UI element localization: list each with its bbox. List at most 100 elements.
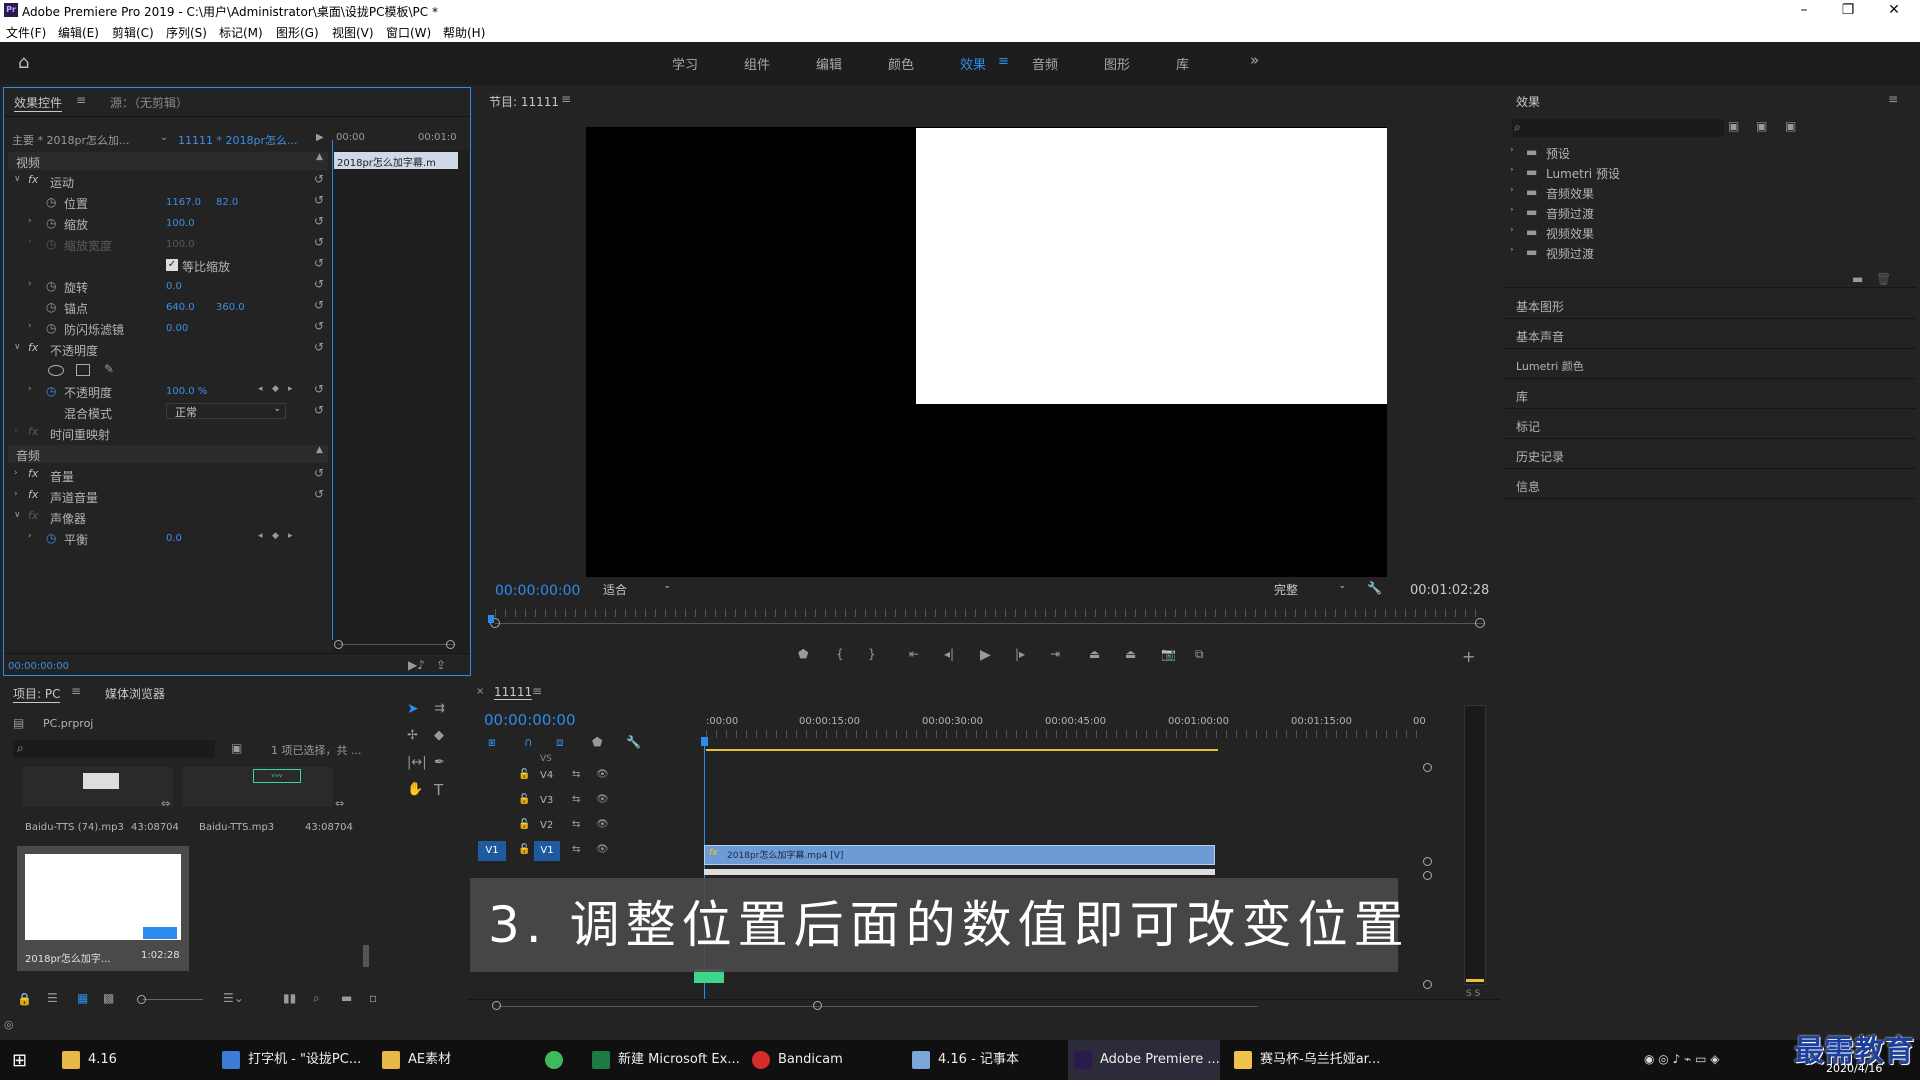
eye-icon[interactable]: 👁 <box>596 769 609 780</box>
playhead-handle[interactable] <box>701 737 708 746</box>
menu-sequence[interactable]: 序列(S) <box>166 24 207 41</box>
fx-icon[interactable]: fx <box>28 488 38 501</box>
export-icon[interactable]: ⇪ <box>436 658 446 672</box>
scrollbar-thumb[interactable] <box>363 945 369 967</box>
play-icon[interactable]: ▶ <box>980 647 991 663</box>
slip-icon[interactable]: |↔| <box>407 755 427 770</box>
flicker-value[interactable]: 0.00 <box>166 323 188 334</box>
stopwatch-icon[interactable]: ◷ <box>46 216 56 230</box>
sequence-clip-label[interactable]: 11111 * 2018pr怎么... <box>178 132 297 148</box>
wrench-icon[interactable]: 🔧 <box>1367 581 1382 595</box>
tree-item-video-transitions[interactable]: › ▬ 视频过渡 <box>1510 245 1710 265</box>
timeline-ruler[interactable] <box>706 730 1426 738</box>
menu-file[interactable]: 文件(F) <box>6 24 46 41</box>
tree-item-video-effects[interactable]: › ▬ 视频效果 <box>1510 225 1710 245</box>
stopwatch-active-icon[interactable]: ◷ <box>46 384 56 398</box>
reset-icon[interactable]: ↺ <box>314 403 324 417</box>
expand-chevron-icon[interactable]: › <box>28 321 32 331</box>
opacity-value[interactable]: 100.0 % <box>166 386 207 397</box>
tree-item-presets[interactable]: › ▬ 预设 <box>1510 145 1710 165</box>
panel-menu-icon[interactable]: ≡ <box>532 684 542 698</box>
quality-select[interactable]: 完整 ⌄ <box>1270 581 1350 599</box>
lock-icon[interactable]: 🔓 <box>518 819 530 830</box>
ec-timecode[interactable]: 00:00:00:00 <box>8 661 69 672</box>
ellipse-mask-icon[interactable] <box>48 365 64 376</box>
yuv-effects-icon[interactable]: ▣ <box>1785 119 1796 133</box>
taskbar-item-excel[interactable]: 新建 Microsoft Ex... <box>592 1040 740 1080</box>
tab-project[interactable]: 项目: PC <box>13 685 61 703</box>
ec-playhead[interactable] <box>332 140 333 640</box>
uniform-scale-checkbox[interactable]: ✓ <box>166 259 178 271</box>
icon-view-icon[interactable]: ▦ <box>77 991 88 1005</box>
stopwatch-icon[interactable]: ◷ <box>46 195 56 209</box>
step-forward-icon[interactable]: |▸ <box>1015 647 1025 661</box>
blend-mode-select[interactable]: 正常 ⌄ <box>166 403 286 419</box>
taskbar-item-green-app[interactable] <box>545 1040 571 1080</box>
vertical-zoom-handle[interactable] <box>1423 857 1432 866</box>
add-marker-icon[interactable]: ⬟ <box>592 735 602 749</box>
project-search-input[interactable] <box>13 740 215 758</box>
workspace-editing[interactable]: 编辑 <box>816 54 842 73</box>
position-y-value[interactable]: 82.0 <box>216 197 238 208</box>
timeline-timecode[interactable]: 00:00:00:00 <box>484 711 576 729</box>
button-editor-plus-icon[interactable]: + <box>1462 647 1475 666</box>
workspace-graphics[interactable]: 图形 <box>1104 54 1130 73</box>
minimize-button[interactable]: – <box>1782 0 1826 22</box>
go-to-in-icon[interactable]: ⇤ <box>909 647 919 661</box>
audio-thumb[interactable]: ᵥᵥᵥ <box>183 767 333 807</box>
zoom-slider[interactable] <box>143 999 203 1000</box>
source-patch-v1[interactable]: V1 <box>478 841 506 861</box>
fx-icon[interactable]: fx <box>28 173 38 186</box>
32bit-effects-icon[interactable]: ▣ <box>1756 119 1767 133</box>
vertical-zoom-handle[interactable] <box>1423 871 1432 880</box>
expand-chevron-icon[interactable]: › <box>14 489 18 499</box>
track-v3-label[interactable]: V3 <box>540 795 553 806</box>
reset-icon[interactable]: ↺ <box>314 466 324 480</box>
zoom-fit-select[interactable]: 适合 ⌄ <box>599 581 675 599</box>
pen-mask-icon[interactable]: ✎ <box>104 362 114 376</box>
type-tool-icon[interactable]: T <box>434 781 443 799</box>
reset-icon[interactable]: ↺ <box>314 319 324 333</box>
stopwatch-icon[interactable]: ◷ <box>46 279 56 293</box>
track-v1-label[interactable]: V1 <box>534 841 560 861</box>
prev-keyframe-icon[interactable]: ◂ <box>258 531 263 541</box>
expand-chevron-icon[interactable]: › <box>14 468 18 478</box>
reset-icon[interactable]: ↺ <box>314 214 324 228</box>
play-only-icon[interactable]: ▶ <box>316 132 324 143</box>
expand-chevron-icon[interactable]: › <box>28 531 32 541</box>
eye-icon[interactable]: 👁 <box>596 794 609 805</box>
reset-icon[interactable]: ↺ <box>314 340 324 354</box>
lock-icon[interactable]: 🔓 <box>518 794 530 805</box>
expand-chevron-icon[interactable]: › <box>28 279 32 289</box>
zoom-handle-right[interactable] <box>813 1001 822 1010</box>
lock-icon[interactable]: 🔓 <box>518 769 530 780</box>
sync-lock-icon[interactable]: ⇆ <box>572 794 580 805</box>
menu-window[interactable]: 窗口(W) <box>386 24 431 41</box>
section-info[interactable]: 信息 <box>1516 478 1540 495</box>
section-lumetri-color[interactable]: Lumetri 颜色 <box>1516 358 1584 374</box>
position-x-value[interactable]: 1167.0 <box>166 197 201 208</box>
program-timecode[interactable]: 00:00:00:00 <box>495 583 580 599</box>
automate-icon[interactable]: ▮▮ <box>283 991 296 1005</box>
section-markers[interactable]: 标记 <box>1516 418 1540 435</box>
fx-icon[interactable]: fx <box>28 341 38 354</box>
section-essential-graphics[interactable]: 基本图形 <box>1516 298 1564 315</box>
taskbar-item-bandicam[interactable]: Bandicam <box>752 1040 843 1080</box>
new-bin-icon[interactable]: ▬ <box>341 991 352 1005</box>
extract-icon[interactable]: ⏏ <box>1125 647 1136 661</box>
workspace-menu-icon[interactable]: ≡ <box>998 54 1009 69</box>
tab-media-browser[interactable]: 媒体浏览器 <box>105 685 165 702</box>
section-essential-sound[interactable]: 基本声音 <box>1516 328 1564 345</box>
new-item-icon[interactable]: ▫ <box>369 991 377 1005</box>
home-icon[interactable]: ⌂ <box>18 52 29 73</box>
tree-item-audio-effects[interactable]: › ▬ 音频效果 <box>1510 185 1710 205</box>
panel-menu-icon[interactable]: ≡ <box>1888 92 1898 106</box>
reset-icon[interactable]: ↺ <box>314 277 324 291</box>
comparison-view-icon[interactable]: ⧉ <box>1195 647 1204 662</box>
lock-icon[interactable]: 🔓 <box>518 844 530 855</box>
reset-icon[interactable]: ↺ <box>314 235 324 249</box>
sync-lock-icon[interactable]: ⇆ <box>572 769 580 780</box>
tab-sequence[interactable]: 11111 <box>494 685 533 700</box>
zoom-handle-left[interactable] <box>492 1001 501 1010</box>
zoom-handle-left[interactable] <box>334 640 343 649</box>
